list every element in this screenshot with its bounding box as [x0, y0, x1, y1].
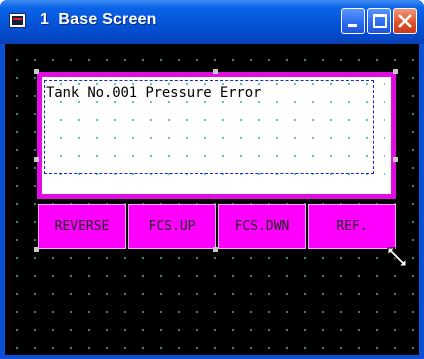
- maximize-icon: [373, 14, 387, 28]
- maximize-button[interactable]: [367, 8, 391, 34]
- close-icon: [398, 14, 412, 28]
- minimize-button[interactable]: [341, 8, 365, 34]
- selection-handle-middle-right[interactable]: [393, 157, 398, 162]
- focus-up-button[interactable]: FCS.UP: [128, 204, 216, 249]
- selection-handle-middle-left[interactable]: [34, 157, 39, 162]
- resize-cursor-icon: [387, 247, 407, 267]
- minimize-icon: [348, 24, 357, 27]
- title-bar[interactable]: 1 Base Screen: [0, 0, 424, 44]
- selection-handle-top-center[interactable]: [213, 69, 218, 74]
- app-icon[interactable]: [9, 13, 26, 28]
- reverse-button[interactable]: REVERSE: [38, 204, 126, 249]
- selection-handle-bottom-center[interactable]: [213, 247, 218, 252]
- alarm-message-text: Tank No.001 Pressure Error: [46, 85, 262, 101]
- selection-handle-bottom-left[interactable]: [34, 247, 39, 252]
- focus-down-button[interactable]: FCS.DWN: [218, 204, 306, 249]
- selection-handle-top-left[interactable]: [34, 69, 39, 74]
- selection-handle-top-right[interactable]: [393, 69, 398, 74]
- close-button[interactable]: [393, 8, 417, 34]
- window-frame-bottom: [0, 355, 424, 359]
- window-title: 1 Base Screen: [40, 11, 157, 28]
- refresh-button[interactable]: REF.: [308, 204, 396, 249]
